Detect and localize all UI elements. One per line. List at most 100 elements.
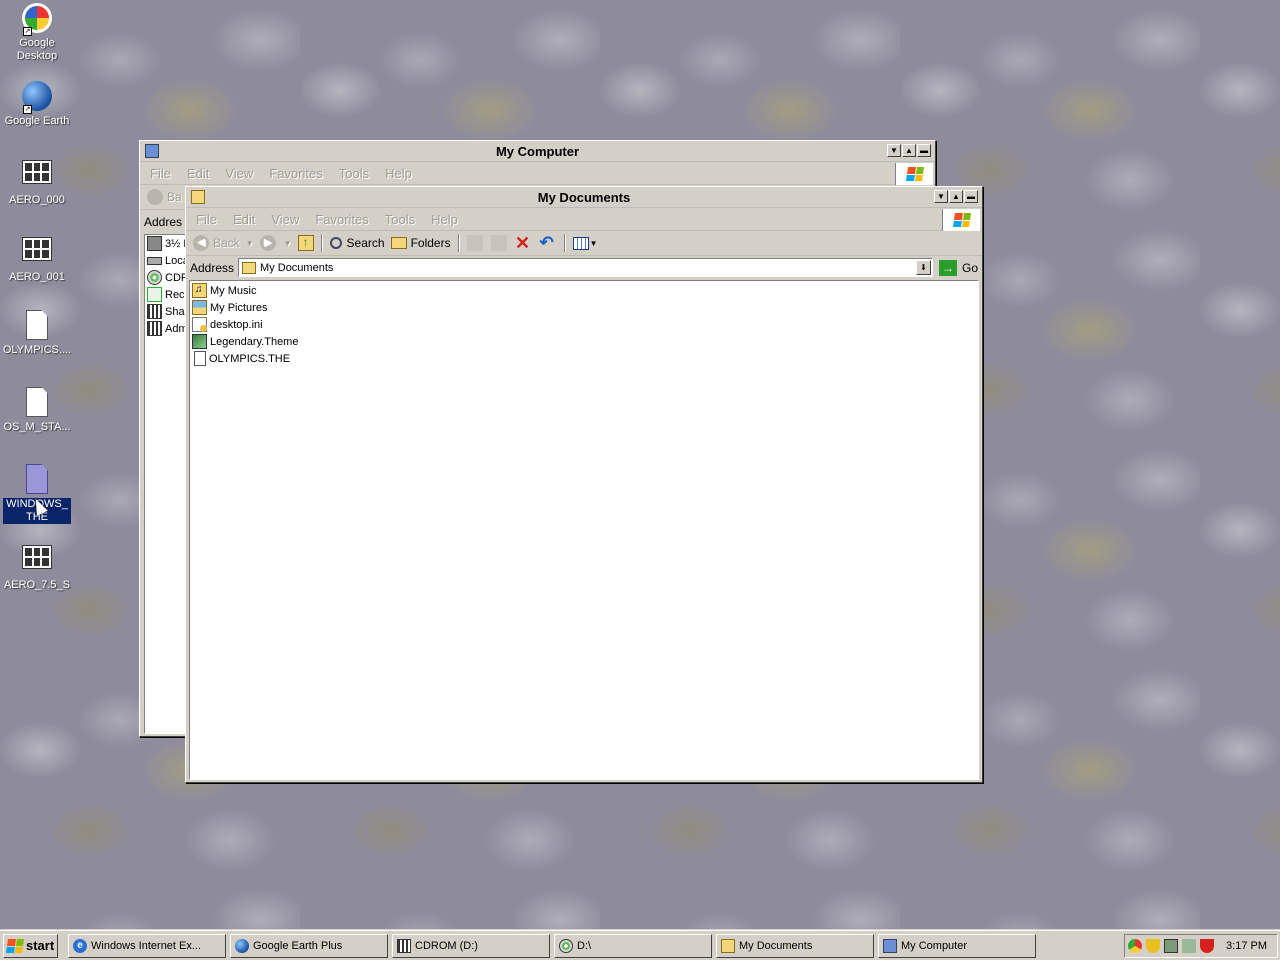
go-button[interactable]: → Go [938, 259, 978, 276]
back-label: Ba [167, 190, 182, 204]
my-documents-window[interactable]: My Documents ▼ ▲ ▬ File Edit View Favori… [185, 186, 983, 783]
task-my-computer[interactable]: My Computer [878, 933, 1036, 958]
menu-help[interactable]: Help [385, 166, 412, 181]
menu-view[interactable]: View [225, 166, 253, 181]
task-d-drive[interactable]: D:\ [554, 933, 712, 958]
security-alert-icon[interactable] [1200, 939, 1214, 953]
list-item[interactable]: Loca [147, 252, 189, 269]
desktop-icon-olympics[interactable]: OLYMPICS.... [1, 310, 73, 357]
minimize-button[interactable]: ▼ [887, 144, 901, 157]
desktop-icon-google-earth[interactable]: ↗ Google Earth [1, 80, 73, 128]
desktop-icon-aero-000[interactable]: AERO_000 [1, 156, 73, 207]
menu-file[interactable]: File [196, 212, 217, 227]
list-item[interactable]: 3½ F [147, 235, 190, 252]
list-item[interactable]: OLYMPICS.THE [192, 350, 290, 367]
start-label: start [26, 938, 55, 953]
window-title: My Documents [537, 189, 631, 205]
file-name: My Pictures [210, 301, 268, 314]
chrome-icon[interactable] [1128, 939, 1142, 953]
menu-tools[interactable]: Tools [339, 166, 369, 181]
theme-file-icon [22, 545, 52, 569]
file-name: desktop.ini [210, 318, 263, 331]
menu-view[interactable]: View [271, 212, 299, 227]
list-item[interactable]: ♫ My Music [192, 282, 256, 299]
menu-edit[interactable]: Edit [233, 212, 255, 227]
desktop-icon-aero-001[interactable]: AERO_001 [1, 233, 73, 284]
windows-logo-icon [6, 938, 24, 953]
admin-tools-icon [147, 321, 162, 336]
list-item[interactable]: Legendary.Theme [192, 333, 298, 350]
cd-drive-icon [147, 270, 162, 285]
task-ie[interactable]: e Windows Internet Ex... [68, 933, 226, 958]
undo-button[interactable]: ↶ [536, 233, 560, 254]
list-item[interactable]: CDF [147, 269, 188, 286]
go-arrow-icon: → [938, 259, 957, 276]
close-button[interactable]: ▬ [917, 144, 931, 157]
views-button[interactable]: ▼ [570, 233, 601, 254]
task-my-documents[interactable]: My Documents [716, 933, 874, 958]
address-label: Address [190, 260, 235, 275]
task-label: Windows Internet Ex... [91, 939, 202, 952]
my-documents-titlebar[interactable]: My Documents ▼ ▲ ▬ [186, 187, 982, 208]
desktop-icon-label: Google Desktop [16, 37, 58, 62]
shield-icon[interactable] [1146, 939, 1160, 953]
folders-label: Folders [410, 236, 451, 250]
forward-dropdown[interactable]: ▼ [281, 233, 295, 254]
list-item[interactable]: Shar [147, 303, 188, 320]
forward-button[interactable]: ▶ [257, 233, 281, 254]
back-arrow-icon [147, 189, 163, 205]
my-computer-titlebar[interactable]: My Computer ▼ ▲ ▬ [140, 141, 935, 162]
file-name: Legendary.Theme [210, 335, 299, 348]
desktop-icon-google-desktop[interactable]: ↗ Google Desktop [1, 2, 73, 63]
move-to-button[interactable] [464, 233, 488, 254]
menu-favorites[interactable]: Favorites [315, 212, 368, 227]
menu-favorites[interactable]: Favorites [269, 166, 322, 181]
address-label: Addres [144, 214, 183, 229]
views-icon [572, 236, 589, 250]
back-dropdown[interactable]: ▼ [243, 233, 257, 254]
task-google-earth[interactable]: Google Earth Plus [230, 933, 388, 958]
network-icon[interactable] [1164, 939, 1178, 953]
maximize-button[interactable]: ▲ [902, 144, 916, 157]
list-item[interactable]: desktop.ini [192, 316, 263, 333]
list-item[interactable]: Rec [147, 286, 185, 303]
windows-logo-icon [895, 163, 933, 185]
maximize-button[interactable]: ▲ [949, 190, 963, 203]
start-button[interactable]: start [3, 933, 58, 958]
menu-file[interactable]: File [150, 166, 171, 181]
clock[interactable]: 3:17 PM [1226, 940, 1267, 952]
back-button[interactable]: Ba [144, 187, 185, 208]
forward-arrow-icon: ▶ [259, 235, 276, 251]
list-item[interactable]: My Pictures [192, 299, 267, 316]
desktop-icon-aero-7-5-s[interactable]: AERO_7.5_S [1, 541, 73, 592]
minimize-button[interactable]: ▼ [934, 190, 948, 203]
task-label: D:\ [577, 939, 592, 952]
menu-edit[interactable]: Edit [187, 166, 209, 181]
views-dropdown-icon: ▼ [589, 238, 598, 248]
menu-help[interactable]: Help [431, 212, 458, 227]
copy-to-icon [490, 235, 507, 251]
desktop-icon-os-m-sta[interactable]: OS_M_STA... [1, 387, 73, 434]
up-folder-button[interactable]: ↑ [295, 233, 317, 254]
speaker-icon[interactable] [1182, 939, 1196, 953]
desktop-icon-label: AERO_000 [9, 194, 65, 206]
cd-drive-icon [559, 938, 573, 953]
menu-tools[interactable]: Tools [385, 212, 415, 227]
task-cdrom[interactable]: CDROM (D:) [392, 933, 550, 958]
toolbar-separator [320, 234, 323, 252]
address-dropdown-button[interactable]: ⬇ [915, 260, 931, 275]
search-button[interactable]: Search [327, 233, 388, 254]
ie-icon: e [73, 938, 87, 953]
delete-button[interactable]: ✕ [512, 233, 536, 254]
list-item[interactable]: Adm [147, 320, 188, 337]
address-input[interactable]: My Documents ⬇ [238, 258, 933, 277]
recycle-bin-icon [147, 287, 162, 302]
google-earth-icon [235, 938, 249, 953]
folders-button[interactable]: Folders [388, 233, 454, 254]
back-button[interactable]: ◀ Back [190, 233, 243, 254]
pictures-folder-icon [192, 300, 207, 315]
desktop-icon-label: OLYMPICS.... [2, 344, 72, 356]
copy-to-button[interactable] [488, 233, 512, 254]
desktop-icon-label: AERO_7.5_S [3, 579, 71, 591]
close-button[interactable]: ▬ [964, 190, 978, 203]
